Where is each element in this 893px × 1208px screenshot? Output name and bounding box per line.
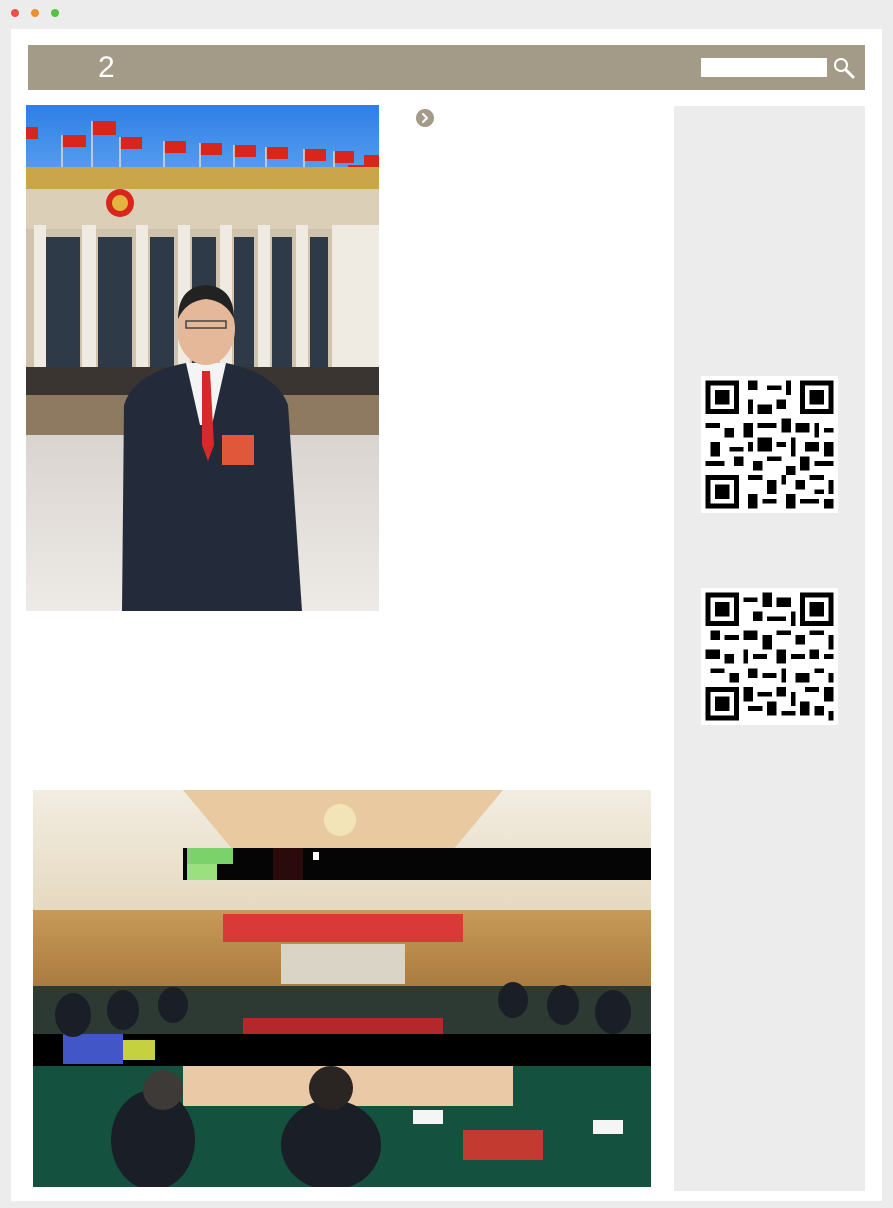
- maximize-window-icon[interactable]: [51, 9, 59, 17]
- portrait-photo: [26, 105, 379, 611]
- browser-window: 2: [0, 0, 893, 1208]
- close-window-icon[interactable]: [11, 9, 19, 17]
- sidebar: [674, 106, 865, 1191]
- header-bar: 2: [28, 45, 865, 90]
- search-input[interactable]: [701, 58, 827, 77]
- page-content: 2: [11, 29, 882, 1201]
- qr-code-image: [701, 588, 838, 725]
- page-number: 2: [98, 51, 115, 84]
- qr-code-image: [701, 376, 838, 513]
- minimize-window-icon[interactable]: [31, 9, 39, 17]
- search-icon[interactable]: [830, 54, 858, 82]
- circle-chevron-right-icon[interactable]: [416, 109, 434, 127]
- meeting-photo: [33, 790, 651, 1187]
